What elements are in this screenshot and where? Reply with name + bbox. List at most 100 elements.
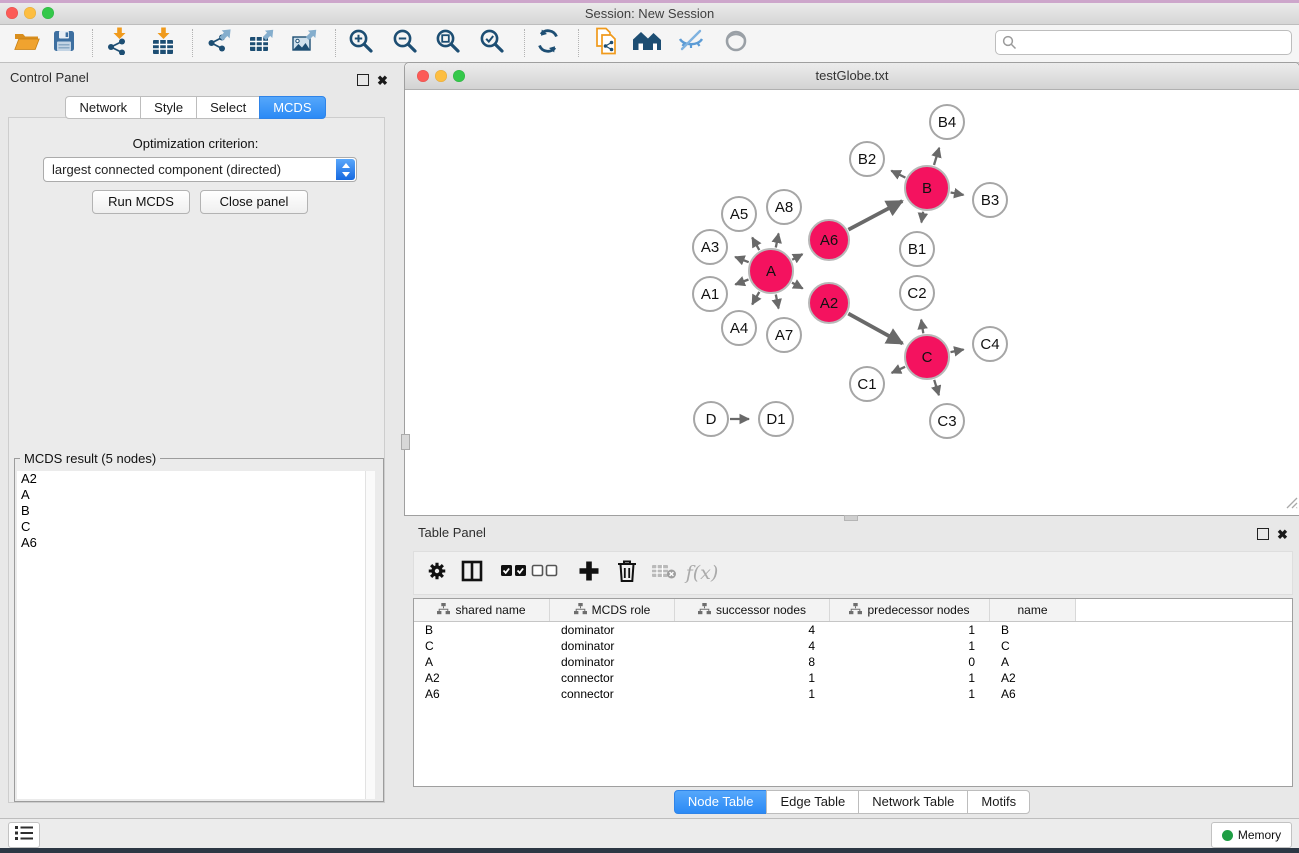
control-panel-close-icon[interactable]: ✖	[377, 73, 388, 89]
cell-shared-name[interactable]: C	[414, 639, 550, 653]
cell-mcds-role[interactable]: dominator	[550, 639, 675, 653]
graph-edge-A-A2[interactable]	[792, 283, 803, 289]
export-table-button[interactable]	[245, 28, 279, 59]
memory-button[interactable]: Memory	[1211, 822, 1292, 848]
graph-node-C4[interactable]: C4	[973, 327, 1007, 361]
delete-column-button[interactable]	[611, 557, 643, 589]
home-button[interactable]	[630, 28, 664, 59]
graph-edge-C-C2[interactable]	[921, 320, 923, 334]
table-tab-node-table[interactable]: Node Table	[674, 790, 768, 814]
graph-edge-A2-C[interactable]	[848, 314, 902, 344]
show-hidden-button[interactable]	[719, 28, 753, 59]
graph-edge-B-B2[interactable]	[891, 171, 905, 178]
cell-successor-nodes[interactable]: 4	[675, 623, 830, 637]
table-row[interactable]: Bdominator41B	[414, 622, 1292, 638]
task-history-button[interactable]	[8, 822, 40, 848]
mcds-result-item[interactable]: A2	[17, 471, 366, 487]
tab-style[interactable]: Style	[140, 96, 197, 119]
graph-node-C2[interactable]: C2	[900, 276, 934, 310]
cell-name[interactable]: C	[990, 639, 1076, 653]
cell-shared-name[interactable]: B	[414, 623, 550, 637]
cell-name[interactable]: A	[990, 655, 1076, 669]
graph-edge-C-C3[interactable]	[934, 380, 939, 395]
minimize-traffic-light[interactable]	[24, 7, 36, 19]
mcds-result-item[interactable]: A	[17, 487, 366, 503]
clone-network-button[interactable]	[589, 28, 623, 59]
run-mcds-button[interactable]: Run MCDS	[92, 190, 190, 214]
zoom-selected-button[interactable]	[475, 28, 509, 59]
table-panel-close-icon[interactable]: ✖	[1277, 527, 1288, 543]
graph-edge-A-A5[interactable]	[752, 238, 759, 251]
mcds-result-scrollbar[interactable]	[365, 471, 375, 799]
open-session-button[interactable]	[10, 28, 44, 59]
mcds-result-item[interactable]: B	[17, 503, 366, 519]
graph-edge-A-A7[interactable]	[776, 295, 779, 309]
cell-successor-nodes[interactable]: 1	[675, 671, 830, 685]
show-column-button[interactable]	[456, 557, 488, 589]
cell-shared-name[interactable]: A	[414, 655, 550, 669]
table-row[interactable]: A6connector11A6	[414, 686, 1292, 702]
network-canvas[interactable]: AA1A2A3A4A5A6A7A8BB1B2B3B4CC1C2C3C4DD1	[405, 90, 1299, 515]
graph-edge-A-A6[interactable]	[792, 254, 802, 260]
graph-node-C3[interactable]: C3	[930, 404, 964, 438]
graph-node-C1[interactable]: C1	[850, 367, 884, 401]
tab-network[interactable]: Network	[65, 96, 141, 119]
graph-node-A1[interactable]: A1	[693, 277, 727, 311]
cell-name[interactable]: A6	[990, 687, 1076, 701]
cell-shared-name[interactable]: A2	[414, 671, 550, 685]
table-panel-float-icon[interactable]	[1257, 528, 1269, 540]
graph-edge-A6-B[interactable]	[848, 201, 902, 230]
cell-successor-nodes[interactable]: 8	[675, 655, 830, 669]
resize-grip-icon[interactable]	[1284, 495, 1298, 514]
cell-predecessor-nodes[interactable]: 1	[830, 623, 990, 637]
table-options-button[interactable]	[421, 557, 453, 589]
column-header-predecessor-nodes[interactable]: predecessor nodes	[830, 599, 990, 621]
graph-edge-A-A1[interactable]	[735, 280, 748, 285]
graph-node-A4[interactable]: A4	[722, 311, 756, 345]
graph-edge-B-B1[interactable]	[921, 212, 923, 223]
horizontal-splitter-handle[interactable]	[844, 515, 858, 521]
network-window-titlebar[interactable]: testGlobe.txt	[405, 63, 1299, 90]
cell-predecessor-nodes[interactable]: 1	[830, 687, 990, 701]
cell-name[interactable]: B	[990, 623, 1076, 637]
cell-successor-nodes[interactable]: 4	[675, 639, 830, 653]
cell-mcds-role[interactable]: dominator	[550, 623, 675, 637]
graph-node-A2[interactable]: A2	[809, 283, 849, 323]
cell-predecessor-nodes[interactable]: 0	[830, 655, 990, 669]
tab-mcds[interactable]: MCDS	[259, 96, 325, 119]
refresh-button[interactable]	[531, 28, 565, 59]
criterion-select[interactable]: largest connected component (directed)	[43, 157, 357, 182]
network-close-traffic-light[interactable]	[417, 70, 429, 82]
graph-node-C[interactable]: C	[905, 335, 949, 379]
graph-node-B[interactable]: B	[905, 166, 949, 210]
mcds-result-item[interactable]: A6	[17, 535, 366, 551]
graph-edge-C-C4[interactable]	[951, 350, 964, 353]
graph-edge-B-B4[interactable]	[934, 148, 939, 165]
tab-select[interactable]: Select	[196, 96, 260, 119]
graph-node-A3[interactable]: A3	[693, 230, 727, 264]
graph-node-A[interactable]: A	[749, 249, 793, 293]
graph-node-A8[interactable]: A8	[767, 190, 801, 224]
close-panel-button[interactable]: Close panel	[200, 190, 308, 214]
table-tab-motifs[interactable]: Motifs	[967, 790, 1030, 814]
cell-mcds-role[interactable]: dominator	[550, 655, 675, 669]
graph-node-B4[interactable]: B4	[930, 105, 964, 139]
zoom-fit-button[interactable]	[431, 28, 465, 59]
cell-predecessor-nodes[interactable]: 1	[830, 639, 990, 653]
table-row[interactable]: A2connector11A2	[414, 670, 1292, 686]
cell-mcds-role[interactable]: connector	[550, 671, 675, 685]
graph-node-B3[interactable]: B3	[973, 183, 1007, 217]
export-network-button[interactable]	[203, 28, 237, 59]
table-tab-edge-table[interactable]: Edge Table	[766, 790, 859, 814]
deselect-all-rows-button[interactable]	[529, 557, 561, 589]
network-maximize-traffic-light[interactable]	[453, 70, 465, 82]
graph-node-A5[interactable]: A5	[722, 197, 756, 231]
graph-node-A7[interactable]: A7	[767, 318, 801, 352]
search-input[interactable]	[1020, 32, 1288, 53]
table-tab-network-table[interactable]: Network Table	[858, 790, 968, 814]
network-minimize-traffic-light[interactable]	[435, 70, 447, 82]
cell-successor-nodes[interactable]: 1	[675, 687, 830, 701]
cell-name[interactable]: A2	[990, 671, 1076, 685]
graph-edge-C-C1[interactable]	[892, 367, 906, 373]
graph-node-D1[interactable]: D1	[759, 402, 793, 436]
